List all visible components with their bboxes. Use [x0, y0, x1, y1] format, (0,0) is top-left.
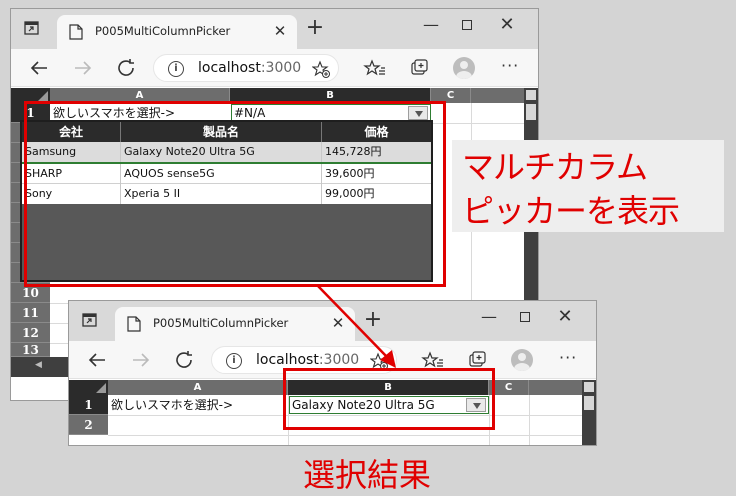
tab-strip: P005MultiColumnPicker ✕ + — ✕ — [11, 9, 538, 49]
row-header[interactable]: 12 — [11, 323, 50, 343]
close-tab-icon[interactable]: ✕ — [271, 22, 289, 40]
profile-avatar[interactable] — [511, 349, 533, 371]
browser-toolbar: i localhost:3000 ··· — [11, 49, 538, 87]
forward-arrow-icon[interactable] — [71, 57, 95, 79]
maximize-button[interactable] — [452, 13, 482, 37]
minimize-button[interactable]: — — [416, 13, 446, 37]
row-header[interactable]: 11 — [11, 303, 50, 323]
scroll-up-icon[interactable] — [584, 382, 594, 392]
maximize-button[interactable] — [510, 305, 540, 329]
close-window-button[interactable]: ✕ — [550, 305, 580, 329]
column-header-a[interactable]: A — [108, 380, 288, 395]
row-header[interactable]: 1 — [69, 395, 108, 415]
scroll-thumb[interactable] — [526, 104, 536, 120]
page-icon — [127, 316, 141, 332]
collections-icon[interactable] — [407, 57, 431, 79]
tab-p005[interactable]: P005MultiColumnPicker ✕ — [57, 15, 297, 49]
red-arrow-icon — [317, 285, 396, 368]
info-icon[interactable]: i — [168, 61, 184, 77]
tab-actions-icon[interactable] — [23, 19, 41, 37]
column-header-d[interactable] — [529, 380, 584, 395]
tab-title: P005MultiColumnPicker — [153, 316, 289, 330]
callout-line-2: ピッカーを表示 — [462, 192, 680, 230]
refresh-icon[interactable] — [173, 349, 197, 371]
page-icon — [69, 24, 83, 40]
highlight-box-picker — [24, 101, 446, 287]
tab-title: P005MultiColumnPicker — [95, 24, 231, 38]
profile-avatar[interactable] — [453, 57, 475, 79]
more-menu-icon[interactable]: ··· — [559, 348, 577, 367]
refresh-icon[interactable] — [115, 57, 139, 79]
highlight-box-result — [283, 368, 495, 430]
row-header[interactable]: 13 — [11, 343, 50, 357]
more-menu-icon[interactable]: ··· — [501, 56, 519, 75]
minimize-button[interactable]: — — [474, 305, 504, 329]
scroll-left-icon[interactable]: ◀ — [35, 360, 42, 370]
cell-a1[interactable]: 欲しいスマホを選択-> — [111, 395, 233, 415]
callout-box: マルチカラム ピッカーを表示 — [452, 140, 724, 232]
callout-line-1: マルチカラム — [462, 148, 648, 186]
info-icon[interactable]: i — [226, 353, 242, 369]
result-label: 選択結果 — [303, 456, 432, 494]
new-tab-button[interactable]: + — [305, 17, 325, 39]
select-all-corner[interactable] — [69, 380, 108, 395]
address-bar[interactable]: i localhost:3000 — [153, 54, 339, 82]
back-arrow-icon[interactable] — [85, 349, 109, 371]
column-header-d[interactable] — [471, 88, 526, 103]
add-favorite-icon[interactable] — [312, 60, 330, 78]
scroll-up-icon[interactable] — [526, 90, 536, 100]
scroll-thumb[interactable] — [584, 396, 594, 410]
forward-arrow-icon[interactable] — [129, 349, 153, 371]
favorites-icon[interactable] — [363, 57, 387, 79]
back-arrow-icon[interactable] — [27, 57, 51, 79]
grid-line — [529, 395, 530, 445]
column-header-c[interactable]: C — [489, 380, 529, 395]
tab-actions-icon[interactable] — [81, 311, 99, 329]
row-header[interactable]: 2 — [69, 415, 108, 435]
vertical-scrollbar[interactable] — [582, 380, 596, 445]
close-window-button[interactable]: ✕ — [492, 13, 522, 37]
url-text: localhost:3000 — [198, 60, 302, 76]
grid-line — [108, 435, 584, 436]
